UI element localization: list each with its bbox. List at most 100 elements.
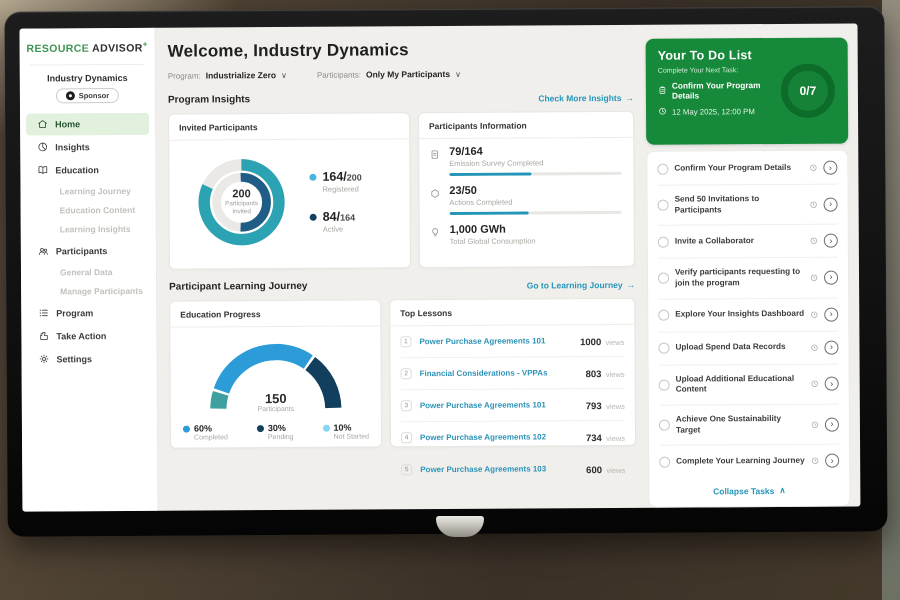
collapse-tasks-link[interactable]: Collapse Tasks ∧ [659,477,839,506]
clock-icon[interactable] [810,274,818,282]
sidebar-item-education[interactable]: Education [20,158,155,181]
task-checkbox[interactable] [658,200,669,211]
progress-fill [449,211,528,214]
task-checkbox[interactable] [658,343,669,354]
legend-dot [310,214,317,221]
info-label: Emission Survey Completed [449,158,621,168]
participants-dropdown[interactable]: Participants: Only My Participants ∨ [317,69,461,80]
sidebar-item-participants[interactable]: Participants [21,239,156,262]
check-more-insights-link[interactable]: Check More Insights → [538,92,634,103]
sidebar-item-manage-participants[interactable]: Manage Participants [21,281,156,301]
legend-label: Active [323,225,355,234]
sponsor-badge[interactable]: Sponsor [56,87,120,102]
task-row[interactable]: Upload Spend Data Records › [658,331,838,365]
lesson-link[interactable]: Power Purchase Agreements 102 [420,432,578,442]
chevron-right-button[interactable]: › [825,417,839,431]
sidebar-item-settings[interactable]: Settings [21,347,156,370]
clock-icon[interactable] [810,237,818,245]
gauge-center-label: Participants [201,406,351,414]
chevron-right-button[interactable]: › [824,234,838,248]
task-checkbox[interactable] [659,456,670,467]
education-progress-card: Education Progress 150 Participants [169,299,382,448]
chevron-down-icon: ∨ [281,70,287,79]
views-suffix: views [606,337,625,346]
section-title-learning-journey: Participant Learning Journey [169,281,307,293]
task-row[interactable]: Achieve One Sustainability Target › [659,405,839,446]
task-row[interactable]: Confirm Your Program Details › [657,152,837,186]
go-to-learning-journey-link[interactable]: Go to Learning Journey → [527,279,635,290]
sidebar-item-learning-journey[interactable]: Learning Journey [20,181,155,201]
lesson-link[interactable]: Power Purchase Agreements 101 [419,336,572,346]
clock-icon[interactable] [809,164,817,172]
lesson-row: 5 Power Purchase Agreements 103 600 view… [401,453,625,485]
clock-icon[interactable] [810,310,818,318]
task-row[interactable]: Explore Your Insights Dashboard › [658,298,838,332]
task-checkbox[interactable] [657,163,668,174]
clock-icon[interactable] [811,420,819,428]
sidebar-item-label: Program [56,308,93,318]
chevron-right-button[interactable]: › [825,454,839,468]
sidebar-item-label: Education Content [60,205,136,215]
lesson-rank: 2 [401,368,412,379]
task-row[interactable]: Send 50 Invitations to Participants › [657,185,837,226]
link-label: Go to Learning Journey [527,279,623,290]
clock-icon [658,107,667,118]
task-checkbox[interactable] [658,236,669,247]
lesson-link[interactable]: Financial Considerations - VPPAs [420,368,578,378]
sidebar-item-label: Learning Insights [60,224,131,234]
collapse-label: Collapse Tasks [713,486,774,496]
chevron-right-button[interactable]: › [824,197,838,211]
chevron-right-button[interactable]: › [824,307,838,321]
sidebar-item-education-content[interactable]: Education Content [21,200,156,220]
education-gauge-chart: 150 Participants [200,337,350,414]
gear-icon [37,353,49,365]
lesson-views: 1000 [580,337,601,348]
brand-primary: RESOURCE [26,43,89,55]
background-desk [0,528,900,600]
sidebar-item-general-data[interactable]: General Data [21,262,156,282]
legend-item-not-started: 10% Not Started [322,422,369,440]
task-checkbox[interactable] [658,310,669,321]
lesson-link[interactable]: Power Purchase Agreements 103 [420,464,578,474]
legend-total: 164 [340,213,355,223]
task-checkbox[interactable] [658,273,669,284]
legend-percent: 10% [333,422,368,432]
sidebar-item-insights[interactable]: Insights [20,135,155,158]
arrow-right-icon: → [625,92,634,102]
task-row[interactable]: Invite a Collaborator › [658,225,838,259]
sidebar-item-home[interactable]: Home [26,112,149,135]
clock-icon[interactable] [810,343,818,351]
chevron-right-button[interactable]: › [825,377,839,391]
task-label: Complete Your Learning Journey [676,456,805,467]
app-window: RESOURCE ADVISOR+ Industry Dynamics Spon… [20,23,861,511]
task-row[interactable]: Complete Your Learning Journey › [659,445,839,478]
sidebar-item-label: General Data [60,267,113,277]
chevron-right-button[interactable]: › [824,340,838,354]
task-row[interactable]: Verify participants requesting to join t… [658,258,838,299]
chevron-right-button[interactable]: › [824,271,838,285]
chevron-down-icon: ∨ [455,69,461,78]
task-row[interactable]: Upload Additional Educational Content › [659,364,839,405]
actions-icon [429,185,441,215]
program-dropdown[interactable]: Program: Industrialize Zero ∨ [168,70,287,81]
participants-information-card: Participants Information 79/164 Emission… [418,111,635,268]
puzzle-icon [37,330,49,342]
sidebar-item-program[interactable]: Program [21,301,156,324]
task-checkbox[interactable] [659,420,670,431]
sidebar-item-take-action[interactable]: Take Action [21,324,156,347]
legend-item-active: 84/164 Active [310,210,363,234]
clock-icon[interactable] [811,457,819,465]
todo-counter: 0/7 [800,84,817,98]
chevron-right-button[interactable]: › [823,161,837,175]
task-checkbox[interactable] [659,379,670,390]
brand-secondary: ADVISOR [92,42,143,54]
info-value: 1,000 GWh [450,223,622,236]
sidebar-item-learning-insights[interactable]: Learning Insights [21,219,156,239]
lesson-row: 3 Power Purchase Agreements 101 793 view… [401,389,625,422]
task-label: Explore Your Insights Dashboard [675,309,804,320]
lesson-link[interactable]: Power Purchase Agreements 101 [420,400,578,410]
clock-icon[interactable] [810,200,818,208]
clock-icon[interactable] [811,380,819,388]
participants-label: Participants: [317,70,361,79]
task-label: Achieve One Sustainability Target [676,414,805,436]
